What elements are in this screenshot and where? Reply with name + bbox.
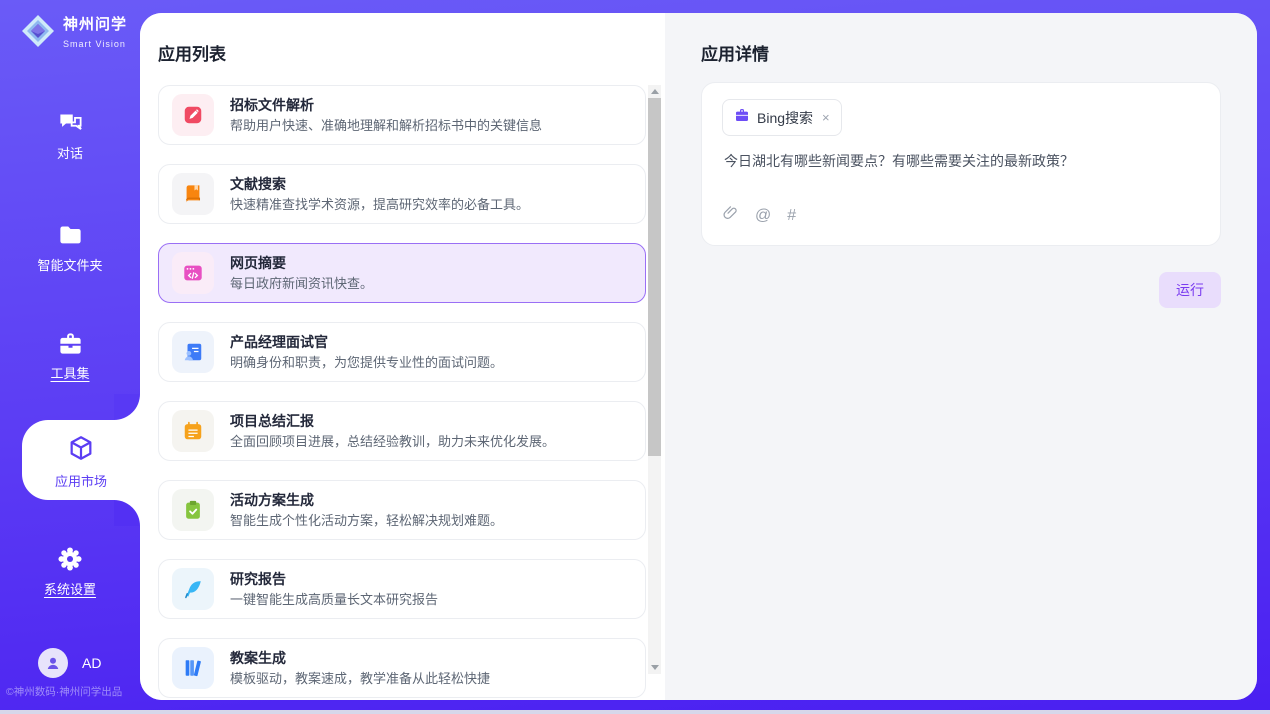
books-icon	[172, 647, 214, 689]
diamond-logo-icon	[20, 13, 56, 54]
app-desc: 明确身份和职责，为您提供专业性的面试问题。	[230, 355, 503, 371]
run-button[interactable]: 运行	[1159, 272, 1221, 308]
sidebar-item-chat[interactable]: 对话	[0, 110, 140, 162]
bottom-strip	[0, 710, 1270, 714]
app-card[interactable]: 文献搜索 快速精准查找学术资源，提高研究效率的必备工具。	[158, 164, 646, 224]
sidebar-item-settings[interactable]: 系统设置	[0, 545, 140, 598]
sidebar-item-label: 智能文件夹	[0, 255, 140, 274]
app-card-selected[interactable]: 网页摘要 每日政府新闻资讯快查。	[158, 243, 646, 303]
app-logo: 神州问学 Smart Vision	[20, 13, 140, 54]
sidebar-item-label: 应用市场	[22, 471, 140, 490]
query-input[interactable]: 今日湖北有哪些新闻要点？有哪些需要关注的最新政策？	[724, 151, 1198, 171]
scrollbar-down-arrow[interactable]	[648, 661, 661, 674]
app-desc: 模板驱动，教案速成，教学准备从此轻松快捷	[230, 671, 490, 687]
app-title: 产品经理面试官	[230, 334, 503, 350]
app-detail-panel: 应用详情 Bing搜索 × 今日湖北有哪些新闻要点？有哪些需要关注的最新政策？	[665, 13, 1257, 700]
app-desc: 帮助用户快速、准确地理解和解析招标书中的关键信息	[230, 118, 542, 134]
app-card[interactable]: 研究报告 一键智能生成高质量长文本研究报告	[158, 559, 646, 619]
chat-icon	[0, 110, 140, 137]
tool-tag-bing-search[interactable]: Bing搜索 ×	[722, 99, 842, 136]
briefcase-icon	[734, 107, 750, 128]
user-account[interactable]: AD	[38, 648, 101, 678]
app-card[interactable]: 招标文件解析 帮助用户快速、准确地理解和解析招标书中的关键信息	[158, 85, 646, 145]
app-desc: 智能生成个性化活动方案，轻松解决规划难题。	[230, 513, 503, 529]
app-card[interactable]: 项目总结汇报 全面回顾项目进展，总结经验教训，助力未来优化发展。	[158, 401, 646, 461]
sidebar-item-app-market[interactable]: 应用市场	[22, 420, 140, 500]
prompt-card: Bing搜索 × 今日湖北有哪些新闻要点？有哪些需要关注的最新政策？ @ #	[701, 82, 1221, 246]
list-scrollbar[interactable]	[648, 85, 661, 674]
sidebar-item-label: 工具集	[0, 363, 140, 382]
bulge-curve-bottom	[114, 500, 140, 526]
browser-code-icon	[172, 252, 214, 294]
clipboard-check-icon	[172, 489, 214, 531]
logo-subtitle: Smart Vision	[63, 39, 126, 49]
app-window: 神州问学 Smart Vision 对话 智能文件夹	[0, 0, 1270, 714]
book-icon	[172, 173, 214, 215]
app-list-title: 应用列表	[158, 40, 226, 65]
person-document-icon	[172, 331, 214, 373]
app-card-list: 招标文件解析 帮助用户快速、准确地理解和解析招标书中的关键信息 文献搜索	[158, 85, 646, 700]
tool-tag-label: Bing搜索	[757, 108, 813, 128]
folder-icon	[0, 222, 140, 249]
app-title: 活动方案生成	[230, 492, 503, 508]
close-icon[interactable]: ×	[822, 110, 830, 125]
app-detail-title: 应用详情	[701, 40, 769, 65]
input-toolbar: @ #	[722, 205, 796, 227]
app-desc: 全面回顾项目进展，总结经验教训，助力未来优化发展。	[230, 434, 555, 450]
calendar-note-icon	[172, 410, 214, 452]
app-title: 招标文件解析	[230, 97, 542, 113]
app-desc: 快速精准查找学术资源，提高研究效率的必备工具。	[230, 197, 529, 213]
avatar	[38, 648, 68, 678]
scrollbar-up-arrow[interactable]	[648, 85, 661, 98]
sidebar: 神州问学 Smart Vision 对话 智能文件夹	[0, 0, 140, 714]
at-icon[interactable]: @	[755, 207, 771, 225]
sidebar-item-label: 系统设置	[0, 579, 140, 598]
app-title: 网页摘要	[230, 255, 373, 271]
app-card[interactable]: 产品经理面试官 明确身份和职责，为您提供专业性的面试问题。	[158, 322, 646, 382]
app-title: 教案生成	[230, 650, 490, 666]
app-title: 研究报告	[230, 571, 438, 587]
app-title: 项目总结汇报	[230, 413, 555, 429]
app-card[interactable]: 教案生成 模板驱动，教案速成，教学准备从此轻松快捷	[158, 638, 646, 698]
sidebar-item-label: 对话	[0, 143, 140, 162]
edit-square-icon	[172, 94, 214, 136]
user-name: AD	[82, 655, 101, 671]
gear-icon	[0, 545, 140, 573]
copyright-text: ©神州数码·神州问学出品	[6, 684, 140, 699]
hash-icon[interactable]: #	[787, 207, 796, 225]
sidebar-item-toolset[interactable]: 工具集	[0, 330, 140, 382]
app-list-panel: 应用列表 招标文件解析 帮助用户快速、准确地理解和解析招标书中的关键信息	[140, 13, 665, 700]
sidebar-item-smart-folder[interactable]: 智能文件夹	[0, 222, 140, 274]
app-desc: 每日政府新闻资讯快查。	[230, 276, 373, 292]
app-desc: 一键智能生成高质量长文本研究报告	[230, 592, 438, 608]
cube-icon	[67, 449, 95, 466]
logo-title: 神州问学	[63, 16, 127, 33]
content-frame: 应用列表 招标文件解析 帮助用户快速、准确地理解和解析招标书中的关键信息	[140, 13, 1257, 700]
paperclip-icon[interactable]	[722, 205, 739, 227]
app-title: 文献搜索	[230, 176, 529, 192]
scrollbar-thumb[interactable]	[648, 98, 661, 456]
bulge-curve-top	[114, 394, 140, 420]
app-card[interactable]: 活动方案生成 智能生成个性化活动方案，轻松解决规划难题。	[158, 480, 646, 540]
quill-icon	[172, 568, 214, 610]
toolbox-icon	[0, 330, 140, 357]
